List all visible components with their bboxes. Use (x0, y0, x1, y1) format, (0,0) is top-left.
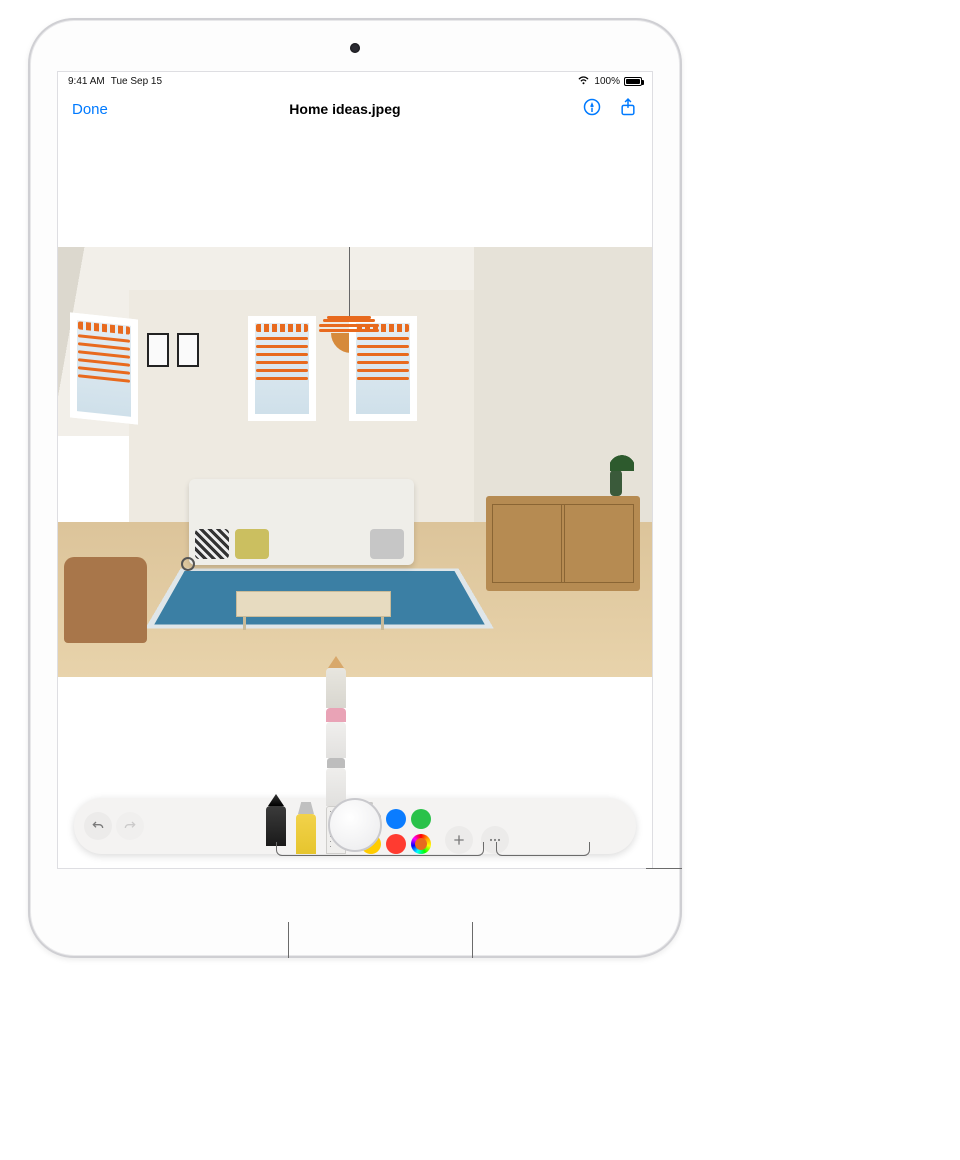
callout-leader-colors (472, 922, 473, 958)
markup-toggle-icon[interactable] (582, 97, 602, 122)
callout-leader-right (646, 868, 682, 869)
front-camera (350, 43, 360, 53)
home-button[interactable] (328, 798, 382, 852)
window-center-left (248, 316, 316, 421)
document-title: Home ideas.jpeg (289, 101, 400, 117)
nav-bar: Done Home ideas.jpeg (58, 90, 652, 128)
ipad-device-frame: 9:41 AM Tue Sep 15 100% Done Home ideas.… (28, 18, 682, 958)
tool-lasso[interactable] (325, 758, 347, 806)
status-bar: 9:41 AM Tue Sep 15 100% (58, 72, 652, 90)
markup-stroke-pendant (319, 316, 379, 352)
callout-bracket-colors (496, 842, 590, 856)
tool-eraser[interactable] (325, 708, 347, 758)
tool-pen[interactable] (265, 794, 287, 846)
status-date: Tue Sep 15 (111, 76, 162, 87)
canvas-area[interactable] (58, 128, 652, 796)
color-blue[interactable] (386, 809, 406, 829)
battery-pct: 100% (594, 76, 620, 87)
drawing-tools-group (148, 798, 626, 854)
screen: 9:41 AM Tue Sep 15 100% Done Home ideas.… (57, 71, 653, 869)
window-left (70, 312, 138, 424)
battery-icon (624, 77, 642, 86)
undo-button[interactable] (84, 812, 112, 840)
share-icon[interactable] (618, 97, 638, 122)
color-green[interactable] (411, 809, 431, 829)
done-button[interactable]: Done (72, 101, 108, 118)
markup-stroke (78, 321, 130, 382)
wifi-icon (577, 75, 590, 88)
callout-leader-tools (288, 922, 289, 958)
markup-stroke (256, 324, 308, 380)
redo-button[interactable] (116, 812, 144, 840)
status-time: 9:41 AM (68, 76, 105, 87)
callout-bracket-tools (276, 842, 484, 856)
edited-photo (58, 247, 652, 677)
